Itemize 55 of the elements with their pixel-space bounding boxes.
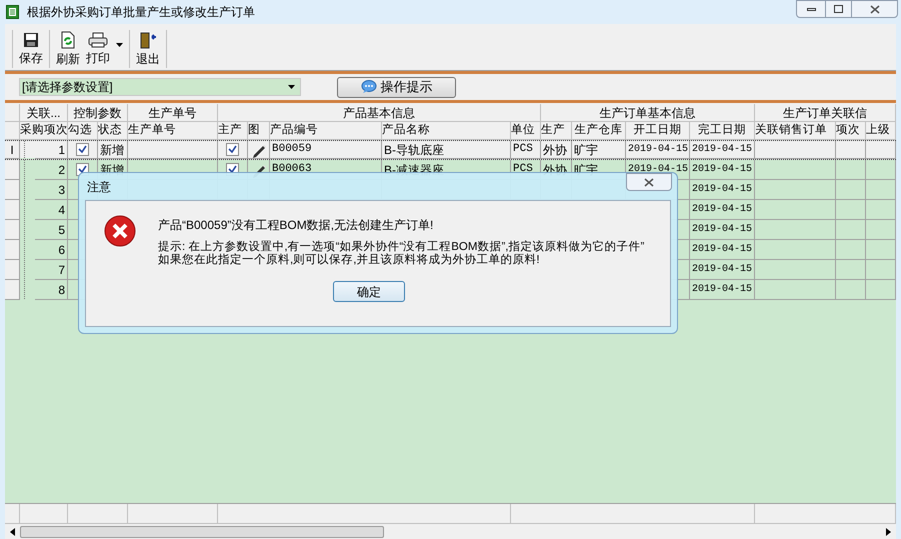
table-cell: 2019-04-15 xyxy=(626,141,690,159)
window-title: 根据外协采购订单批量产生或修改生产订单 xyxy=(27,4,255,21)
table-cell: 2019-04-15 xyxy=(690,141,755,159)
exit-door-icon xyxy=(139,31,157,49)
table-cell: 旷宇 xyxy=(572,141,626,159)
error-icon xyxy=(104,215,136,247)
row-index: 4 xyxy=(35,200,68,220)
row-index: 3 xyxy=(35,180,68,200)
refresh-icon xyxy=(60,31,76,49)
close-icon xyxy=(644,178,654,186)
table-cell: 新增 xyxy=(98,141,128,159)
parameter-dropdown[interactable]: [请选择参数设置] xyxy=(19,78,301,96)
row-index: 1 xyxy=(35,141,68,159)
close-icon xyxy=(870,4,880,14)
printer-icon xyxy=(88,32,108,48)
save-icon xyxy=(23,32,39,48)
toolbar-button[interactable]: 退出 xyxy=(133,31,163,66)
hint-text: 提示: 在上方参数设置中,有一选项“如果外协件“没有工程BOM数据”,指定该原料做为它的子件” xyxy=(158,241,644,253)
horizontal-scrollbar[interactable] xyxy=(5,523,896,539)
table-cell: B00059 xyxy=(270,141,382,159)
hint-button[interactable]: 操作提示 xyxy=(337,76,456,98)
scroll-right-icon[interactable] xyxy=(886,528,891,536)
table-cell: 外协 xyxy=(541,141,572,159)
table-cell: 2019-04-15 xyxy=(690,180,755,200)
checkbox[interactable] xyxy=(226,143,239,156)
error-message: 产品“B00059”没有工程BOM数据,无法创建生产订单! xyxy=(158,217,434,233)
dialog-title: 注意 xyxy=(87,178,111,196)
row-index: 5 xyxy=(35,220,68,240)
toolbar-button[interactable]: 打印 xyxy=(83,32,113,65)
speech-bubble-icon xyxy=(360,80,376,94)
table-cell: 2019-04-15 xyxy=(690,220,755,240)
table-cell: 2019-04-15 xyxy=(690,160,755,180)
ok-button[interactable]: 确定 xyxy=(333,281,405,302)
app-icon xyxy=(6,5,19,19)
row-marker: I xyxy=(10,142,14,158)
scrollbar-thumb[interactable] xyxy=(20,526,384,538)
row-index: 7 xyxy=(35,260,68,280)
toolbar-button[interactable]: 刷新 xyxy=(53,31,83,66)
table-cell: PCS xyxy=(511,141,541,159)
table-cell: B-导轨底座 xyxy=(382,141,511,159)
scroll-left-icon[interactable] xyxy=(10,528,15,536)
table-cell: 2019-04-15 xyxy=(690,240,755,260)
table-cell: 2019-04-15 xyxy=(690,280,755,300)
table-row[interactable]: I 1 新增 B00059 B-导轨底座 PCS 外协 旷宇 2019-04-15 2019-04-15 xyxy=(5,140,896,160)
table-cell: 2019-04-15 xyxy=(690,260,755,280)
checkbox[interactable] xyxy=(76,143,89,156)
row-index: 8 xyxy=(35,280,68,300)
row-index: 2 xyxy=(35,160,68,180)
row-index: 6 xyxy=(35,240,68,260)
table-cell: 2019-04-15 xyxy=(690,200,755,220)
caret-icon[interactable] xyxy=(116,42,123,46)
toolbar-button[interactable]: 保存 xyxy=(16,32,46,65)
close-button[interactable] xyxy=(626,173,672,191)
caret-icon xyxy=(288,85,295,89)
hint-text: 如果您在此指定一个原料,则可以保存,并且该原料将成为外协工单的原料! xyxy=(158,254,541,267)
